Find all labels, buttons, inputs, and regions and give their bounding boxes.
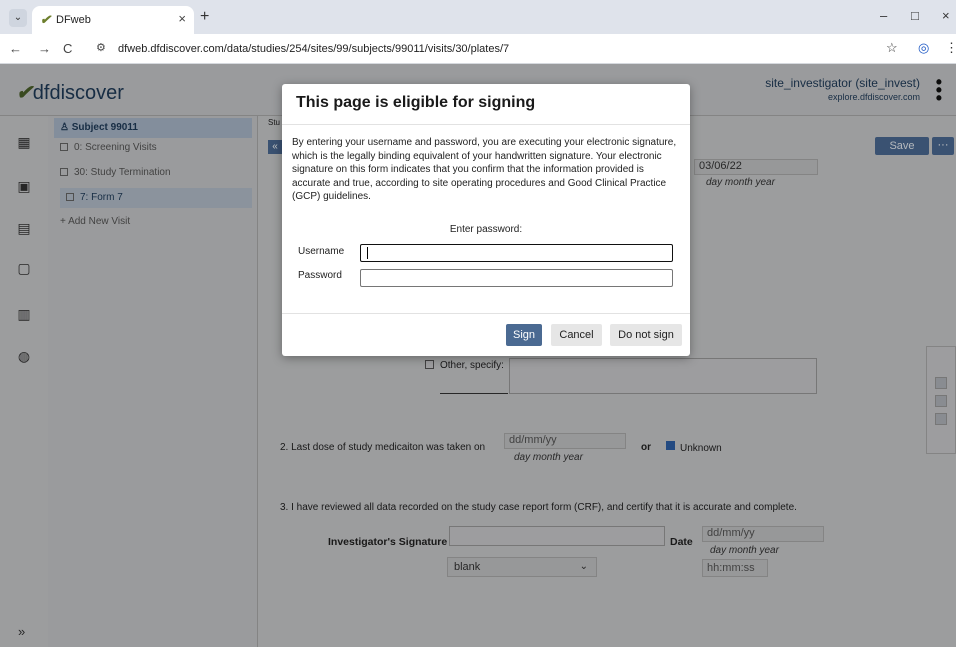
- cancel-button[interactable]: Cancel: [551, 324, 602, 346]
- address-bar-row: ← → C ⚙ dfweb.dfdiscover.com/data/studie…: [0, 34, 956, 64]
- back-button[interactable]: ←: [9, 41, 22, 56]
- browser-menu-icon[interactable]: ⋮: [945, 40, 956, 56]
- modal-body-text: By entering your username and password, …: [292, 137, 677, 202]
- username-label: Username: [298, 246, 345, 257]
- tab-search-button[interactable]: ⌄: [9, 9, 27, 27]
- modal-footer-divider: [282, 313, 690, 314]
- site-info-icon[interactable]: ⚙: [96, 41, 106, 54]
- dfweb-favicon-icon: ✔: [40, 12, 51, 27]
- bookmark-star-icon[interactable]: ☆: [886, 40, 898, 56]
- do-not-sign-button[interactable]: Do not sign: [610, 324, 682, 346]
- url-input[interactable]: ⚙ dfweb.dfdiscover.com/data/studies/254/…: [88, 38, 912, 60]
- signing-dialog: This page is eligible for signing By ent…: [282, 84, 690, 356]
- tab-close-icon[interactable]: ×: [178, 11, 186, 26]
- browser-tab[interactable]: ✔ DFweb ×: [32, 6, 194, 34]
- modal-title: This page is eligible for signing: [296, 94, 536, 111]
- modal-divider: [282, 124, 690, 125]
- password-input[interactable]: [360, 269, 673, 287]
- tab-title: DFweb: [56, 14, 91, 26]
- enter-password-label: Enter password:: [449, 224, 523, 235]
- minimize-button[interactable]: –: [880, 8, 887, 23]
- close-window-button[interactable]: ×: [942, 8, 950, 23]
- forward-button[interactable]: →: [38, 41, 51, 56]
- text-caret: [367, 247, 368, 259]
- profile-icon[interactable]: ◎: [918, 40, 929, 56]
- new-tab-button[interactable]: +: [200, 8, 209, 26]
- maximize-button[interactable]: □: [911, 8, 919, 23]
- url-text: dfweb.dfdiscover.com/data/studies/254/si…: [118, 43, 510, 55]
- reload-button[interactable]: C: [63, 41, 72, 56]
- password-label: Password: [298, 270, 342, 281]
- browser-tab-bar: ⌄ ✔ DFweb × + – □ ×: [0, 0, 956, 34]
- username-input[interactable]: [360, 244, 673, 262]
- sign-button[interactable]: Sign: [506, 324, 542, 346]
